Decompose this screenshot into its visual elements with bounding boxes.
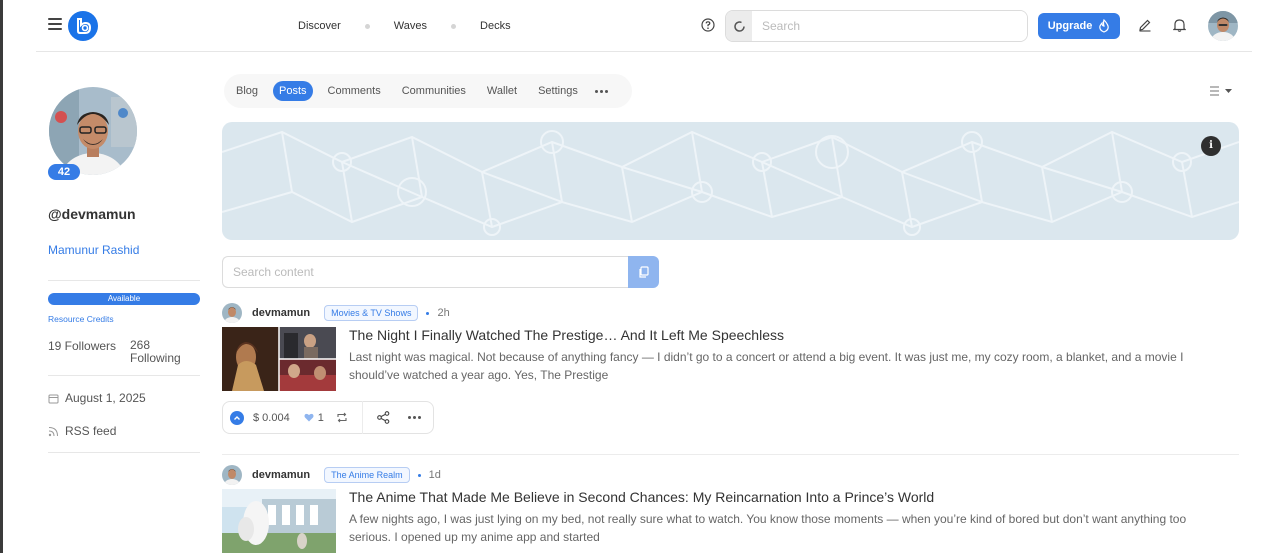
profile-tabs: Blog Posts Comments Communities Wallet S…	[224, 74, 632, 108]
upvote-button[interactable]	[230, 410, 244, 425]
nav-decks[interactable]: Decks	[480, 20, 511, 32]
rss-label: RSS feed	[65, 424, 117, 438]
calendar-icon	[48, 394, 59, 403]
following-count[interactable]: 268 Following	[130, 339, 200, 365]
post-actions: $ 0.004 1	[222, 401, 434, 434]
edit-icon[interactable]	[1138, 18, 1152, 32]
user-avatar[interactable]	[1208, 11, 1238, 41]
heart-icon	[304, 413, 314, 422]
post-payout[interactable]: $ 0.004	[253, 412, 290, 424]
share-icon[interactable]	[376, 411, 390, 424]
nav-discover[interactable]: Discover	[298, 20, 341, 32]
reblog-icon[interactable]	[336, 412, 348, 423]
view-toggle-icon[interactable]	[1208, 85, 1234, 97]
vote-count: 1	[317, 411, 324, 424]
rss-icon	[48, 426, 58, 436]
more-options-icon[interactable]	[407, 416, 421, 419]
copy-icon	[638, 266, 649, 278]
post-title[interactable]: The Night I Finally Watched The Prestige…	[349, 327, 784, 343]
tab-communities[interactable]: Communities	[396, 81, 472, 101]
post-time: 1d	[428, 469, 441, 481]
post-thumbnail[interactable]	[222, 327, 336, 391]
tab-comments[interactable]: Comments	[322, 81, 387, 101]
profile-username: @devmamun	[48, 206, 136, 222]
top-navbar: Discover Waves Decks Upgrade	[36, 0, 1252, 52]
tab-wallet[interactable]: Wallet	[481, 81, 523, 101]
post-header: devmamun Movies & TV Shows 2h	[222, 303, 450, 323]
reputation-badge: 42	[48, 164, 80, 180]
cover-pattern	[222, 130, 1239, 236]
profile-cover: i	[222, 122, 1239, 240]
content-search	[222, 256, 659, 288]
tab-posts[interactable]: Posts	[273, 81, 313, 101]
help-icon[interactable]	[701, 18, 715, 32]
meta-dot	[426, 311, 430, 315]
profile-avatar[interactable]	[49, 87, 137, 175]
post-excerpt[interactable]: A few nights ago, I was just lying on my…	[349, 510, 1209, 546]
chevron-up-icon	[234, 415, 240, 420]
post-author[interactable]: devmamun	[252, 307, 310, 319]
author-avatar[interactable]	[222, 303, 242, 323]
tab-blog[interactable]: Blog	[230, 81, 264, 101]
menu-icon[interactable]	[48, 18, 62, 30]
bell-icon[interactable]	[1173, 18, 1186, 32]
post-title[interactable]: The Anime That Made Me Believe in Second…	[349, 489, 934, 505]
divider	[48, 375, 200, 376]
community-tag[interactable]: Movies & TV Shows	[324, 305, 419, 321]
profile-full-name: Mamunur Rashid	[48, 243, 140, 257]
post-thumbnail[interactable]	[222, 489, 336, 553]
content-search-button[interactable]	[628, 256, 659, 288]
author-avatar[interactable]	[222, 465, 242, 485]
post-divider	[222, 454, 1239, 455]
upgrade-button[interactable]: Upgrade	[1038, 13, 1120, 39]
nav-waves[interactable]: Waves	[394, 20, 427, 32]
post-header: devmamun The Anime Realm 1d	[222, 465, 441, 485]
resource-credits-bar: Available	[48, 293, 200, 305]
logo-icon	[77, 18, 92, 34]
followers-count[interactable]: 19 Followers	[48, 339, 116, 353]
divider	[48, 452, 200, 453]
global-search	[725, 10, 1028, 42]
votes-button[interactable]: 1	[304, 412, 324, 424]
upgrade-label: Upgrade	[1047, 20, 1093, 32]
rss-feed-link[interactable]: RSS feed	[48, 424, 116, 438]
loading-icon	[726, 11, 752, 41]
search-input[interactable]	[752, 11, 1027, 41]
window-edge	[0, 0, 3, 553]
tab-settings[interactable]: Settings	[532, 81, 584, 101]
post-author[interactable]: devmamun	[252, 469, 310, 481]
joined-date: August 1, 2025	[65, 391, 146, 405]
community-tag[interactable]: The Anime Realm	[324, 467, 410, 483]
post-time: 2h	[437, 307, 450, 319]
flame-icon	[1099, 19, 1110, 33]
nav-separator	[364, 23, 370, 29]
meta-dot	[417, 473, 421, 477]
action-separator	[361, 401, 363, 434]
resource-credits-link[interactable]: Resource Credits	[48, 314, 114, 324]
joined-date-row: August 1, 2025	[48, 391, 146, 405]
content-search-input[interactable]	[222, 256, 628, 288]
cover-info-button[interactable]: i	[1201, 136, 1221, 156]
divider	[48, 280, 200, 281]
more-tabs-icon[interactable]	[594, 89, 608, 93]
logo[interactable]	[68, 11, 98, 41]
main-nav: Discover Waves Decks	[298, 0, 511, 52]
nav-separator	[451, 23, 457, 29]
post-excerpt[interactable]: Last night was magical. Not because of a…	[349, 348, 1209, 384]
